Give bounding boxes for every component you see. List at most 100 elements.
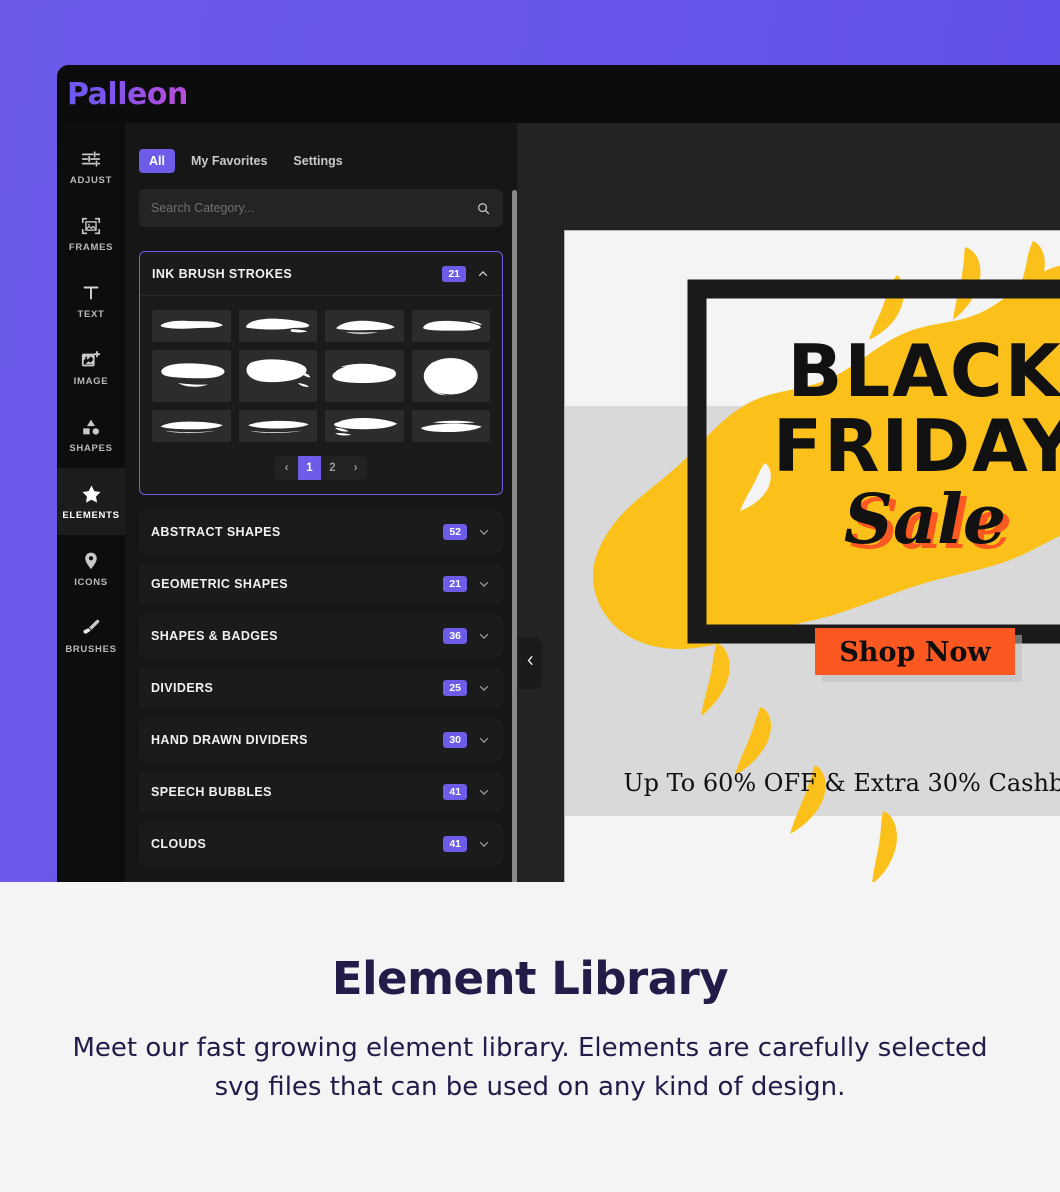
pagination-page-1[interactable]: 1 bbox=[298, 456, 321, 480]
star-icon bbox=[80, 483, 102, 505]
brush-stroke-2[interactable] bbox=[238, 310, 317, 342]
frame-icon bbox=[80, 215, 102, 237]
left-tool-rail: ADJUST FRAMES TEXT IMAGE SHAPES ELEMENTS… bbox=[57, 123, 125, 882]
brush-stroke-5[interactable] bbox=[152, 350, 231, 402]
pagination-page-2[interactable]: 2 bbox=[321, 456, 344, 480]
rail-item-adjust[interactable]: ADJUST bbox=[57, 133, 125, 200]
category-count-badge: 41 bbox=[443, 784, 467, 800]
app-header: Palleon bbox=[57, 65, 1060, 123]
search-category-field[interactable] bbox=[139, 189, 503, 227]
brush-circle-8[interactable] bbox=[411, 350, 490, 402]
search-icon[interactable] bbox=[476, 201, 491, 216]
rail-item-frames[interactable]: FRAMES bbox=[57, 200, 125, 267]
category-dividers[interactable]: DIVIDERS 25 bbox=[139, 667, 503, 709]
chevron-down-icon[interactable] bbox=[477, 681, 491, 695]
category-count-badge: 36 bbox=[443, 628, 467, 644]
category-title: ABSTRACT SHAPES bbox=[151, 525, 281, 539]
rail-item-icons[interactable]: ICONS bbox=[57, 535, 125, 602]
chevron-down-icon[interactable] bbox=[477, 525, 491, 539]
sliders-icon bbox=[80, 148, 102, 170]
rail-item-shapes[interactable]: SHAPES bbox=[57, 401, 125, 468]
pagination-prev[interactable]: ‹ bbox=[275, 456, 298, 480]
rail-label: BRUSHES bbox=[65, 643, 117, 655]
marketing-copy-section: Element Library Meet our fast growing el… bbox=[0, 882, 1060, 1192]
category-title: HAND DRAWN DIVIDERS bbox=[151, 733, 308, 747]
pagination: ‹ 1 2 › bbox=[140, 450, 502, 494]
search-input[interactable] bbox=[151, 201, 476, 215]
rail-item-image[interactable]: IMAGE bbox=[57, 334, 125, 401]
app-window: Palleon ADJUST FRAMES TEXT IMAGE SHAPES … bbox=[57, 65, 1060, 882]
brush-stroke-1[interactable] bbox=[152, 310, 231, 342]
category-title: GEOMETRIC SHAPES bbox=[151, 577, 288, 591]
category-title: INK BRUSH STROKES bbox=[152, 266, 293, 281]
chevron-down-icon[interactable] bbox=[477, 577, 491, 591]
category-header-ink-brush-strokes[interactable]: INK BRUSH STROKES 21 bbox=[140, 252, 502, 296]
chevron-up-icon[interactable] bbox=[476, 267, 490, 281]
brush-thumbnail-grid bbox=[140, 296, 502, 450]
brush-stroke-3[interactable] bbox=[325, 310, 404, 342]
category-count-badge: 25 bbox=[443, 680, 467, 696]
shapes-icon bbox=[80, 416, 102, 438]
page-root: Palleon ADJUST FRAMES TEXT IMAGE SHAPES … bbox=[0, 0, 1060, 1192]
text-t-icon bbox=[80, 282, 102, 304]
category-list: INK BRUSH STROKES 21 ‹ 1 2 › ABSTRACT SH… bbox=[125, 251, 517, 882]
rail-label: IMAGE bbox=[73, 375, 109, 387]
chevron-down-icon[interactable] bbox=[477, 629, 491, 643]
category-ink-brush-strokes: INK BRUSH STROKES 21 ‹ 1 2 › bbox=[139, 251, 503, 495]
tab-all[interactable]: All bbox=[139, 149, 175, 173]
rail-item-brushes[interactable]: BRUSHES bbox=[57, 602, 125, 669]
category-geometric-shapes[interactable]: GEOMETRIC SHAPES 21 bbox=[139, 563, 503, 605]
tab-settings[interactable]: Settings bbox=[283, 149, 352, 173]
canvas-script-word: Sale bbox=[844, 480, 1006, 560]
brush-stroke-4[interactable] bbox=[411, 310, 490, 342]
category-count-badge: 21 bbox=[442, 265, 466, 282]
category-title: SHAPES & BADGES bbox=[151, 629, 278, 643]
map-pin-icon bbox=[80, 550, 102, 572]
element-library-panel: All My Favorites Settings INK BRUSH STRO… bbox=[125, 123, 517, 882]
brush-stroke-9[interactable] bbox=[152, 410, 231, 442]
brush-stroke-6[interactable] bbox=[238, 350, 317, 402]
tab-my-favorites[interactable]: My Favorites bbox=[181, 149, 277, 173]
brush-stroke-12[interactable] bbox=[411, 410, 490, 442]
category-speech-bubbles[interactable]: SPEECH BUBBLES 41 bbox=[139, 771, 503, 813]
category-count-badge: 21 bbox=[443, 576, 467, 592]
black-friday-design: BLACK FRIDAY Sale Sale Shop Now Up To 60… bbox=[565, 231, 1060, 882]
rail-label: TEXT bbox=[77, 308, 105, 320]
rail-item-text[interactable]: TEXT bbox=[57, 267, 125, 334]
chevron-down-icon[interactable] bbox=[477, 785, 491, 799]
brush-stroke-10[interactable] bbox=[238, 410, 317, 442]
pagination-next[interactable]: › bbox=[344, 456, 367, 480]
chevron-left-icon bbox=[524, 654, 537, 672]
category-abstract-shapes[interactable]: ABSTRACT SHAPES 52 bbox=[139, 511, 503, 553]
rail-label: FRAMES bbox=[68, 241, 114, 253]
category-hand-drawn-dividers[interactable]: HAND DRAWN DIVIDERS 30 bbox=[139, 719, 503, 761]
design-canvas[interactable]: BLACK FRIDAY Sale Sale Shop Now Up To 60… bbox=[564, 230, 1060, 882]
page-title: Element Library bbox=[331, 952, 729, 1005]
canvas-footer-text: Up To 60% OFF & Extra 30% Cashback bbox=[623, 769, 1060, 797]
category-count-badge: 52 bbox=[443, 524, 467, 540]
add-image-icon bbox=[80, 349, 102, 371]
rail-label: ICONS bbox=[74, 576, 108, 588]
chevron-down-icon[interactable] bbox=[477, 733, 491, 747]
category-count-badge: 41 bbox=[443, 836, 467, 852]
category-clouds[interactable]: CLOUDS 41 bbox=[139, 823, 503, 865]
canvas-headline-line2: FRIDAY bbox=[773, 404, 1060, 488]
rail-item-elements[interactable]: ELEMENTS bbox=[57, 468, 125, 535]
category-count-badge: 30 bbox=[443, 732, 467, 748]
canvas-stage: BLACK FRIDAY Sale Sale Shop Now Up To 60… bbox=[517, 123, 1060, 882]
page-subtitle: Meet our fast growing element library. E… bbox=[72, 1033, 988, 1102]
category-shapes-and-badges[interactable]: SHAPES & BADGES 36 bbox=[139, 615, 503, 657]
category-title: DIVIDERS bbox=[151, 681, 214, 695]
chevron-down-icon[interactable] bbox=[477, 837, 491, 851]
category-title: SPEECH BUBBLES bbox=[151, 785, 272, 799]
panel-tabs: All My Favorites Settings bbox=[125, 123, 517, 173]
brush-stroke-7[interactable] bbox=[325, 350, 404, 402]
rail-label: ADJUST bbox=[69, 174, 113, 186]
category-title: CLOUDS bbox=[151, 837, 207, 851]
brush-stroke-11[interactable] bbox=[325, 410, 404, 442]
panel-collapse-button[interactable] bbox=[518, 637, 542, 689]
canvas-headline-line1: BLACK bbox=[787, 329, 1060, 413]
rail-label: SHAPES bbox=[69, 442, 113, 454]
rail-label: ELEMENTS bbox=[62, 509, 120, 521]
panel-scrollbar[interactable] bbox=[512, 190, 517, 882]
